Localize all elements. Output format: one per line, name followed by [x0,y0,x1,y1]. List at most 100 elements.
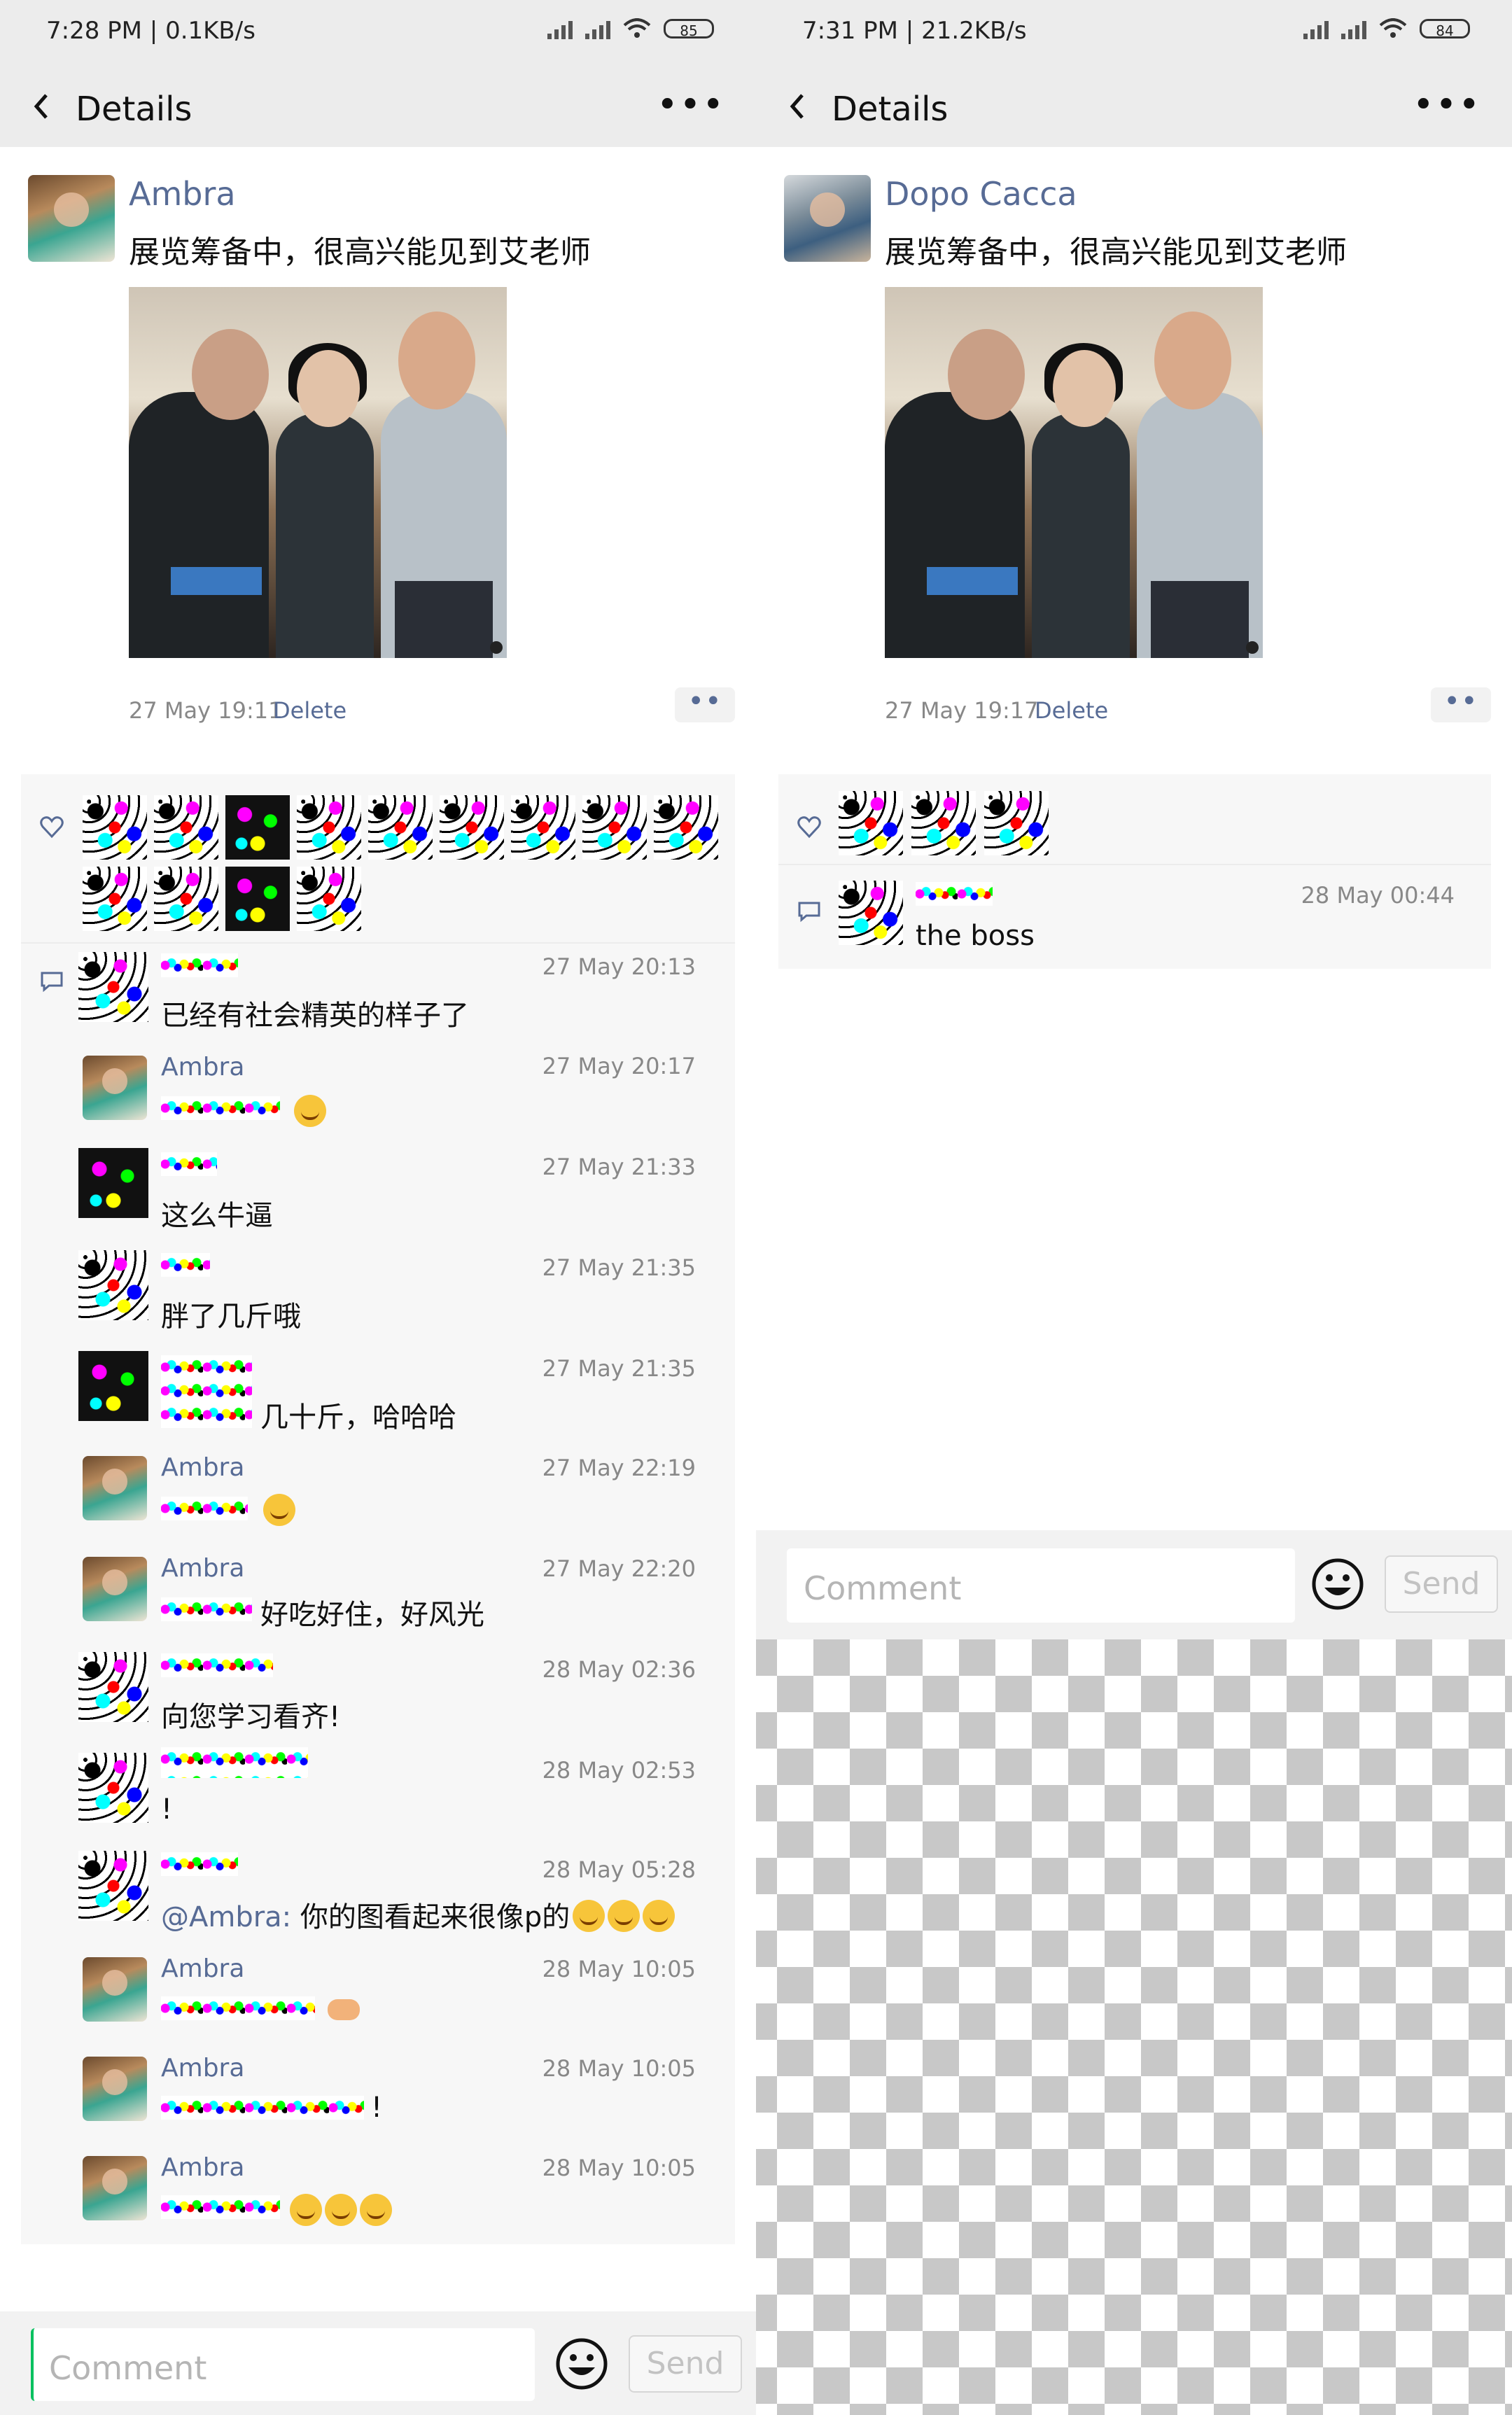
comment-time: 27 May 22:20 [542,1555,696,1582]
emoji-icon[interactable] [554,2337,609,2391]
like-avatar[interactable] [83,867,147,931]
comment-author[interactable] [161,1852,238,1876]
signal-icon [585,18,610,39]
like-avatar[interactable] [225,795,290,860]
comment-text [161,1096,280,1120]
comment-avatar[interactable] [78,1148,148,1218]
comment-author[interactable]: Ambra [161,1954,244,1983]
post-photo[interactable] [885,287,1263,658]
comment-author[interactable]: Ambra [161,1453,244,1482]
signal-icon [1341,18,1366,39]
like-avatar[interactable] [225,867,290,931]
comment-icon [41,972,63,993]
like-avatar[interactable] [654,795,718,860]
emoji-icon [360,2194,392,2226]
emoji-icon [290,2194,322,2226]
comment-time: 27 May 21:33 [542,1154,696,1180]
like-avatar[interactable] [368,795,433,860]
comment-text: ! [371,2092,383,2124]
comment-time: 28 May 02:53 [542,1757,696,1784]
post-author[interactable]: Ambra [129,175,236,213]
status-time: 7:31 PM | 21.2KB/s [802,17,1027,45]
like-avatar[interactable] [154,795,218,860]
back-icon[interactable] [25,85,67,127]
comment-avatar[interactable] [78,1652,148,1722]
emoji-icon [608,1900,640,1932]
comment-avatar[interactable] [83,1056,147,1120]
comment-author[interactable]: Ambra [161,1554,244,1583]
comment-avatar[interactable] [78,1351,148,1421]
signal-icon [1303,18,1329,39]
comment-avatar[interactable] [78,1851,148,1921]
comment-author[interactable] [161,1152,217,1176]
comment-author[interactable] [161,1253,210,1277]
page-title: Details [832,90,948,129]
comment-time: 27 May 20:17 [542,1053,696,1079]
right-screenshot: 7:31 PM | 21.2KB/s 84 Details ••• Dopo C… [756,0,1512,2415]
comment-avatar[interactable] [78,1753,148,1823]
comment-input[interactable]: Comment [31,2328,535,2401]
wifi-icon [1379,18,1407,38]
avatar[interactable] [784,175,871,262]
comment-author[interactable]: Ambra [161,2153,244,2182]
comment-input[interactable]: Comment [787,1548,1295,1623]
comment-author[interactable] [161,953,238,977]
more-icon[interactable]: ••• [1413,87,1481,123]
comment-avatar[interactable] [78,1250,148,1320]
like-avatar[interactable] [582,795,647,860]
emoji-icon [573,1900,606,1932]
heart-icon [797,816,821,839]
comment-avatar[interactable] [83,1957,147,2022]
comment-author[interactable]: Ambra [161,2054,244,2082]
comment-icon [798,902,820,923]
like-avatar[interactable] [297,867,361,931]
avatar[interactable] [28,175,115,262]
like-avatar[interactable] [511,795,575,860]
emoji-icon [263,1494,295,1526]
post-author[interactable]: Dopo Cacca [885,175,1077,213]
like-avatar[interactable] [154,867,218,931]
like-avatar[interactable] [83,795,147,860]
delete-link[interactable]: Delete [1035,697,1108,724]
like-avatar[interactable] [440,795,504,860]
left-screenshot: 7:28 PM | 0.1KB/s 85 Details ••• Ambra 展… [0,0,756,2415]
comment-more-button[interactable]: •• [1431,687,1491,722]
send-button[interactable]: Send [629,2335,742,2393]
like-avatar[interactable] [911,791,976,855]
more-icon[interactable]: ••• [657,87,725,123]
comment-time: 28 May 10:05 [542,1956,696,1982]
comment-avatar[interactable] [83,1456,147,1520]
comment-author[interactable]: Ambra [161,1053,244,1082]
comment-author[interactable] [161,1355,252,1428]
comment-author[interactable] [161,1653,273,1677]
comment-time: 27 May 22:19 [542,1455,696,1481]
comment-more-button[interactable]: •• [675,687,735,722]
delete-link[interactable]: Delete [273,697,346,724]
emoji-icon[interactable] [1310,1557,1365,1611]
back-icon[interactable] [781,85,823,127]
comment-avatar[interactable] [83,2156,147,2220]
comment-avatar[interactable] [78,952,148,1022]
emoji-icon [294,1095,326,1127]
post-photo[interactable] [129,287,507,658]
comment-bar: Comment Send [756,1530,1512,1639]
like-avatar[interactable] [839,791,903,855]
comment-text: the boss [916,920,1035,952]
comment-time: 28 May 00:44 [1301,882,1455,909]
nav-bar: Details ••• [0,70,756,147]
comment-text: ! [161,1793,173,1826]
handshake-icon [328,1999,360,2020]
send-button[interactable]: Send [1385,1555,1498,1613]
comment-avatar[interactable] [839,881,903,945]
comment-text [161,1497,248,1520]
like-avatar[interactable] [984,791,1049,855]
mention-link[interactable]: @Ambra: [161,1901,291,1933]
comment-text: @Ambra: 你的图看起来很像p的 [161,1894,676,1935]
comment-author[interactable] [916,882,993,906]
like-avatar[interactable] [297,795,361,860]
comment-author[interactable] [161,1747,308,1778]
signal-icon [547,18,573,39]
comment-avatar[interactable] [83,2057,147,2121]
comment-avatar[interactable] [83,1557,147,1621]
comment-text: 这么牛逼 [161,1200,273,1232]
